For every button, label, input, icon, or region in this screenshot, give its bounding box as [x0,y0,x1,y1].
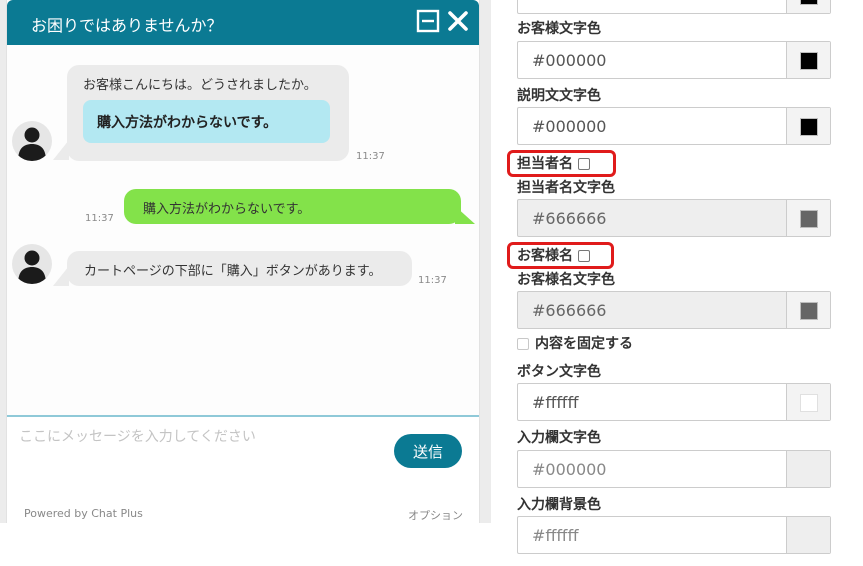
customer-text-color-field[interactable]: #000000 [517,41,831,79]
color-swatch [800,394,818,412]
fix-content-checkbox[interactable] [517,338,529,350]
color-picker-button[interactable] [786,451,830,487]
message-time: 11:37 [418,275,447,286]
chat-widget-preview: お困りではありませんか？ お客様こんにちは。どうされましたか。 購入方法がわから… [0,0,491,523]
color-picker-button[interactable] [786,0,830,13]
message-time: 11:37 [85,213,114,224]
fix-content-toggle[interactable]: 内容を固定する [517,333,633,353]
color-picker-button[interactable] [786,292,830,328]
operator-avatar-icon [12,121,52,161]
button-text-color-label: ボタン文字色 [517,364,601,380]
customer-name-label: お客様名 [517,248,573,264]
color-picker-button[interactable] [786,200,830,236]
color-swatch [800,118,818,136]
color-value: #000000 [532,117,607,136]
description-text-color-label: 説明文文字色 [517,88,601,104]
message-text: 購入方法がわからないです。 [143,202,311,217]
color-value: #000000 [532,460,607,479]
customer-name-checkbox[interactable] [578,250,590,262]
color-picker-button[interactable] [786,108,830,144]
agent-name-color-field[interactable]: #666666 [517,199,831,237]
powered-by-text: Powered by Chat Plus [24,507,143,520]
color-picker-button[interactable] [786,384,830,420]
close-icon[interactable] [446,9,470,33]
agent-name-toggle[interactable]: 担当者名 [517,153,590,173]
minimize-icon[interactable] [416,9,440,33]
chat-title: お困りではありませんか？ [31,16,223,35]
agent-name-color-label: 担当者名文字色 [517,180,615,196]
message-text: カートページの下部に「購入」ボタンがあります。 [84,264,382,279]
options-link[interactable]: オプション [408,507,463,523]
message-input[interactable] [19,425,379,449]
agent-name-label: 担当者名 [517,156,573,172]
send-button[interactable]: 送信 [394,434,462,468]
color-swatch [800,0,818,5]
color-value: #666666 [532,209,607,228]
quick-reply-label: 購入方法がわからないです。 [97,115,278,131]
customer-name-toggle[interactable]: お客様名 [517,245,590,265]
operator-message-bubble: カートページの下部に「購入」ボタンがあります。 [67,251,412,286]
input-text-color-field[interactable]: #000000 [517,450,831,488]
quick-reply-button[interactable]: 購入方法がわからないです。 [83,100,330,143]
button-text-color-field[interactable]: #ffffff [517,383,831,421]
chat-header: お困りではありませんか？ [7,0,479,45]
agent-name-checkbox[interactable] [578,158,590,170]
color-swatch [800,210,818,228]
settings-panel: お客様文字色 #000000 説明文文字色 #000000 担当者名 担当者名文… [491,0,863,566]
color-value: #666666 [532,301,607,320]
input-text-color-label: 入力欄文字色 [517,430,601,446]
fix-content-label: 内容を固定する [535,336,633,352]
chat-window: お困りではありませんか？ お客様こんにちは。どうされましたか。 購入方法がわから… [6,0,480,523]
operator-message-bubble: お客様こんにちは。どうされましたか。 購入方法がわからないです。 [67,65,349,161]
customer-message-bubble: 購入方法がわからないです。 [124,189,461,224]
message-time: 11:37 [356,151,385,162]
customer-name-color-field[interactable]: #666666 [517,291,831,329]
color-picker-button[interactable] [786,42,830,78]
message-input-area: 送信 Powered by Chat Plus オプション [7,415,479,523]
color-value: #ffffff [532,393,579,412]
input-bg-color-label: 入力欄背景色 [517,497,601,513]
operator-avatar-icon [12,244,52,284]
input-bg-color-field[interactable]: #ffffff [517,516,831,554]
customer-text-color-label: お客様文字色 [517,21,601,37]
message-text: お客様こんにちは。どうされましたか。 [83,78,317,93]
customer-name-color-label: お客様名文字色 [517,272,615,288]
bubble-tail [455,206,475,224]
color-value: #ffffff [532,526,579,545]
color-field-partial[interactable] [517,0,831,14]
color-swatch [800,52,818,70]
color-value: #000000 [532,51,607,70]
color-swatch [800,302,818,320]
description-text-color-field[interactable]: #000000 [517,107,831,145]
color-picker-button[interactable] [786,517,830,553]
